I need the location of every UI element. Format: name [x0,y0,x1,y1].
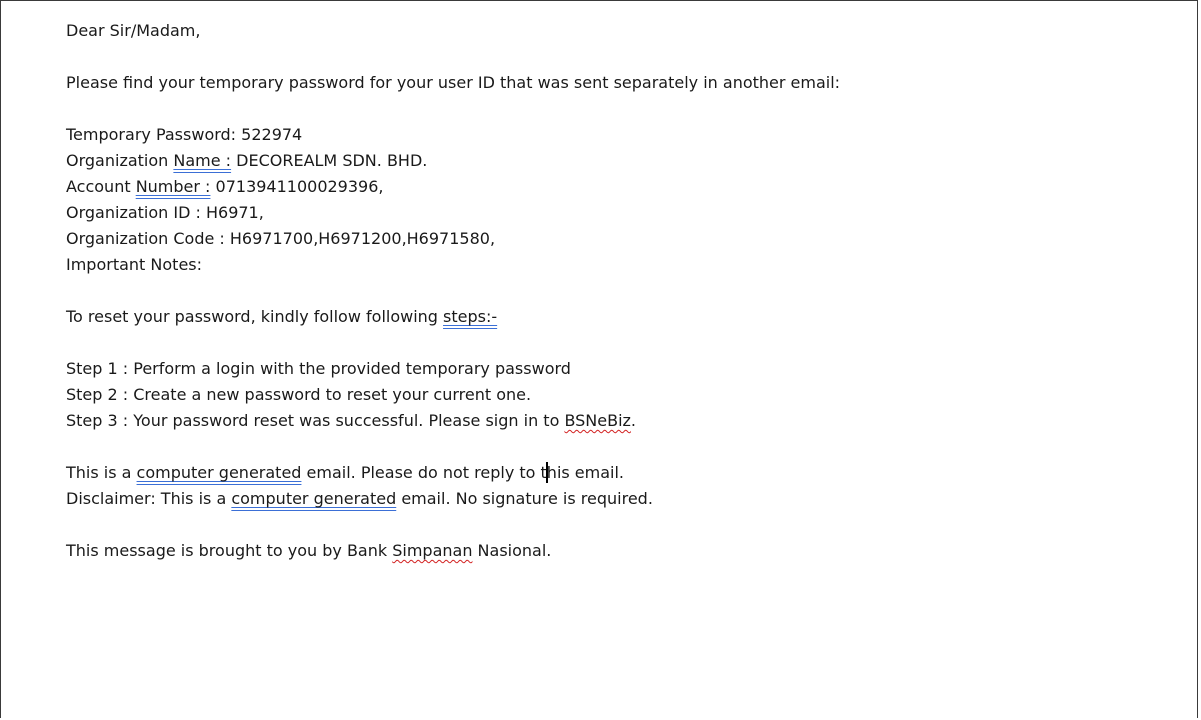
step-3-period: . [630,411,637,430]
important-notes-heading: Important Notes: [66,255,203,274]
reset-intro-line: To reset your password, kindly follow fo… [66,304,1166,330]
disclaimer-line: Disclaimer: This is a computer generated… [66,486,1166,512]
account-number-line: Account Number : 0713941100029396, [66,174,1166,200]
account-value: 0713941100029396, [210,177,384,196]
account-label-flagged: Number : [135,177,211,196]
account-prefix: Account [66,177,136,196]
temp-password-line: Temporary Password: 522974 [66,122,1166,148]
steps-flagged: steps:- [443,307,498,326]
notice-line: This is a computer generated email. Plea… [66,460,1166,486]
simpanan-misspelled: Simpanan [392,541,473,560]
org-name-value: DECOREALM SDN. BHD. [231,151,428,170]
temp-password-value: 522974 [241,125,303,144]
disclaimer-suffix: email. No signature is required. [396,489,653,508]
org-code-line: Organization Code : H6971700,H6971200,H6… [66,229,496,248]
step-2: Step 2 : Create a new password to reset … [66,385,532,404]
org-name-label-flagged: Name : [173,151,232,170]
footer-suffix: Nasional. [472,541,552,560]
notice-mid: email. Please do not reply to t [301,463,547,482]
notice-prefix: This is a [66,463,137,482]
footer-line: This message is brought to you by Bank S… [66,538,1166,564]
computer-generated-flagged: computer generated [231,489,397,508]
computer-generated-flagged: computer generated [136,463,302,482]
reset-intro-text: To reset your password, kindly follow fo… [66,307,444,326]
step-3-text: Step 3 : Your password reset was success… [66,411,565,430]
intro-text: Please find your temporary password for … [66,73,841,92]
footer-prefix: This message is brought to you by Bank [66,541,393,560]
temp-password-label: Temporary Password: [66,125,242,144]
disclaimer-prefix: Disclaimer: This is a [66,489,232,508]
step-3: Step 3 : Your password reset was success… [66,408,1166,434]
greeting: Dear Sir/Madam, [66,21,201,40]
bsnebiz-misspelled: BSNeBiz [564,411,631,430]
org-name-line: Organization Name : DECOREALM SDN. BHD. [66,148,1166,174]
step-1: Step 1 : Perform a login with the provid… [66,359,571,378]
org-id-line: Organization ID : H6971, [66,203,264,222]
org-name-prefix: Organization [66,151,174,170]
notice-end: his email. [546,463,625,482]
email-body[interactable]: Dear Sir/Madam, Please find your tempora… [66,18,1166,564]
